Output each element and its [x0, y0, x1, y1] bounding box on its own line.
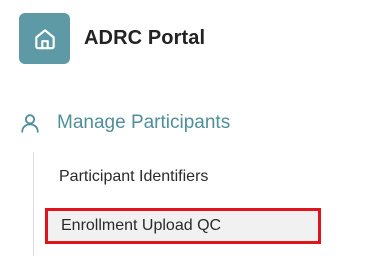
nav-section-manage-participants[interactable]: Manage Participants [19, 112, 230, 134]
home-icon [34, 28, 55, 49]
sidebar: ADRC Portal Manage Participants Particip… [0, 0, 370, 268]
brand-header[interactable]: ADRC Portal [19, 13, 205, 64]
brand-logo[interactable] [19, 13, 70, 64]
nav-item-participant-identifiers[interactable]: Participant Identifiers [46, 161, 316, 193]
nav-tree-line [33, 152, 34, 256]
nav-item-enrollment-upload-qc[interactable]: Enrollment Upload QC [45, 208, 321, 244]
nav-section-label: Manage Participants [57, 112, 231, 133]
user-icon [21, 114, 39, 133]
app-title: ADRC Portal [84, 27, 206, 49]
